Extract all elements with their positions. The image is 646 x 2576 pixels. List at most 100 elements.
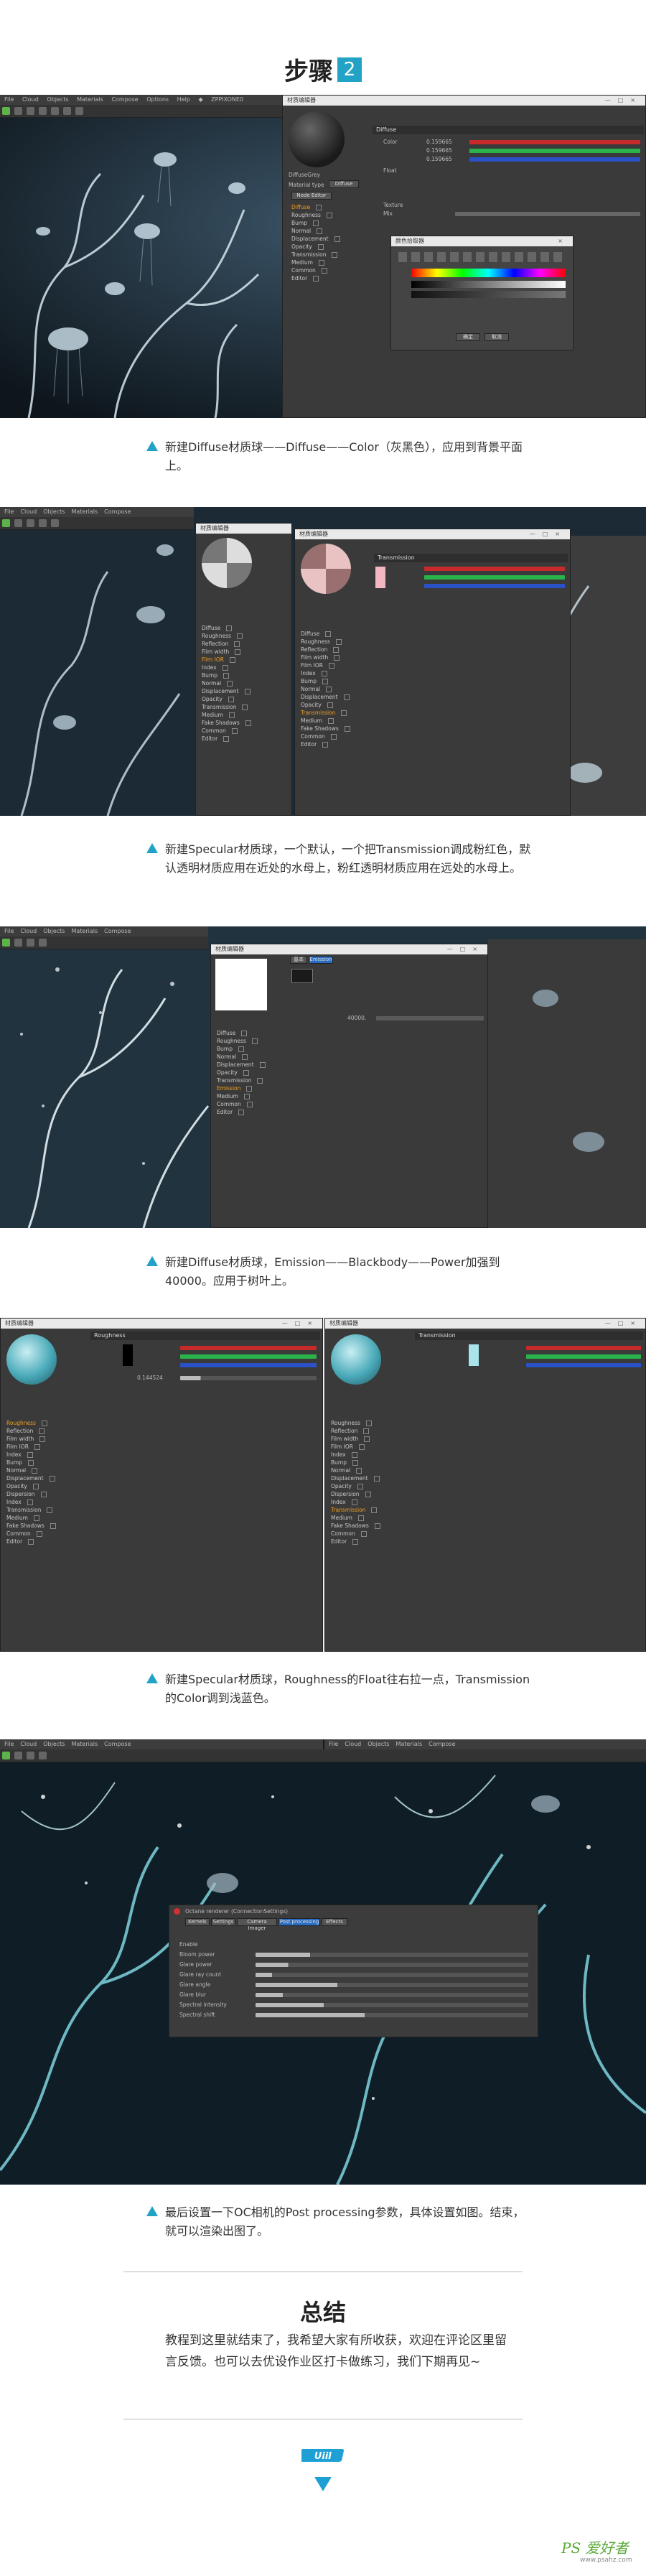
channel-film-width[interactable]: Film width bbox=[331, 1435, 380, 1443]
menu-objects[interactable]: Objects bbox=[47, 96, 68, 103]
channel-opacity[interactable]: Opacity bbox=[202, 695, 251, 703]
channel-dispersion[interactable]: Dispersion bbox=[6, 1490, 56, 1498]
tab-post-processing[interactable]: Post processing bbox=[278, 1918, 320, 1926]
channel-index[interactable]: Index bbox=[6, 1451, 56, 1459]
channel-transmission[interactable]: Transmission bbox=[291, 251, 340, 259]
menu-cloud[interactable]: Cloud bbox=[20, 508, 37, 515]
channel-common[interactable]: Common bbox=[291, 266, 340, 274]
stop-icon[interactable] bbox=[27, 1752, 34, 1759]
color-mode-icons[interactable] bbox=[398, 252, 563, 262]
menu-compose[interactable]: Compose bbox=[104, 508, 131, 515]
channel-displacement[interactable]: Displacement bbox=[217, 1061, 266, 1069]
channel-roughness[interactable]: Roughness bbox=[301, 638, 350, 646]
channel-roughness[interactable]: Roughness bbox=[6, 1419, 56, 1427]
color-b-slider[interactable] bbox=[180, 1363, 317, 1367]
color-g-slider[interactable] bbox=[526, 1354, 641, 1359]
menu-options[interactable]: Options bbox=[146, 96, 169, 103]
channel-diffuse[interactable]: Diffuse bbox=[301, 630, 350, 638]
channel-transmission[interactable]: Transmission bbox=[217, 1077, 266, 1084]
channel-normal[interactable]: Normal bbox=[291, 227, 340, 235]
menu-materials[interactable]: Materials bbox=[71, 508, 98, 515]
channel-common[interactable]: Common bbox=[331, 1530, 380, 1538]
glare-blur-slider[interactable] bbox=[256, 1993, 528, 1997]
channel-editor[interactable]: Editor bbox=[291, 274, 340, 282]
color-r-slider[interactable] bbox=[180, 1346, 317, 1350]
pause-icon[interactable] bbox=[14, 939, 22, 947]
menu-cloud[interactable]: Cloud bbox=[345, 1741, 361, 1747]
channel-film-ior[interactable]: Film IOR bbox=[301, 661, 350, 669]
pause-icon[interactable] bbox=[14, 519, 22, 527]
window-controls[interactable]: —□× bbox=[605, 96, 645, 106]
channel-roughness[interactable]: Roughness bbox=[331, 1419, 380, 1427]
mix-slider[interactable] bbox=[455, 212, 640, 216]
menu-cloud[interactable]: Cloud bbox=[22, 96, 39, 103]
channel-roughness[interactable]: Roughness bbox=[217, 1037, 266, 1045]
channel-editor[interactable]: Editor bbox=[217, 1108, 266, 1116]
tab-kernels[interactable]: Kernels bbox=[185, 1918, 210, 1926]
channel-fake-shadows[interactable]: Fake Shadows bbox=[202, 719, 251, 727]
menu-compose[interactable]: Compose bbox=[429, 1741, 455, 1747]
material-type-select[interactable]: Diffuse bbox=[329, 180, 359, 188]
channel-medium[interactable]: Medium bbox=[331, 1514, 380, 1522]
menu-compose[interactable]: Compose bbox=[104, 928, 131, 934]
channel-medium[interactable]: Medium bbox=[6, 1514, 56, 1522]
channel-medium[interactable]: Medium bbox=[301, 717, 350, 725]
channel-film-width[interactable]: Film width bbox=[6, 1435, 56, 1443]
tab-settings[interactable]: Settings bbox=[211, 1918, 235, 1926]
stop-icon[interactable] bbox=[27, 519, 34, 527]
channel-normal[interactable]: Normal bbox=[6, 1466, 56, 1474]
alpha-bar[interactable] bbox=[411, 291, 566, 298]
channel-opacity[interactable]: Opacity bbox=[217, 1069, 266, 1077]
lock-icon[interactable] bbox=[51, 519, 59, 527]
picker-cancel-button[interactable]: 取消 bbox=[484, 333, 509, 341]
spectral-intensity-slider[interactable] bbox=[256, 2003, 528, 2007]
channel-common[interactable]: Common bbox=[301, 733, 350, 740]
black-color-swatch[interactable] bbox=[123, 1344, 133, 1366]
color-r-slider[interactable] bbox=[526, 1346, 641, 1350]
channel-film-width[interactable]: Film width bbox=[301, 654, 350, 661]
color-b-value[interactable]: 0.159665 bbox=[426, 156, 452, 162]
render-icon[interactable] bbox=[2, 519, 10, 527]
color-b-slider[interactable] bbox=[424, 584, 565, 588]
dialog-close-icon[interactable] bbox=[174, 1908, 180, 1915]
channel-bump[interactable]: Bump bbox=[202, 671, 251, 679]
channel-index-2[interactable]: Index bbox=[6, 1498, 56, 1506]
window-controls[interactable]: —□× bbox=[605, 1319, 645, 1329]
power-slider[interactable] bbox=[376, 1016, 484, 1020]
channel-reflection[interactable]: Reflection bbox=[301, 646, 350, 654]
pause-icon[interactable] bbox=[14, 1752, 22, 1759]
channel-editor[interactable]: Editor bbox=[6, 1538, 56, 1545]
window-controls[interactable]: —□× bbox=[530, 529, 570, 539]
glare-angle-slider[interactable] bbox=[256, 1983, 528, 1987]
color-picker-close-icon[interactable]: × bbox=[558, 236, 573, 246]
channel-film-ior[interactable]: Film IOR bbox=[202, 656, 251, 664]
tab-emission[interactable]: Emission bbox=[309, 956, 333, 964]
channel-fake-shadows[interactable]: Fake Shadows bbox=[331, 1522, 380, 1530]
stop-icon[interactable] bbox=[27, 939, 34, 947]
spectrum-bar[interactable] bbox=[411, 269, 566, 277]
channel-index[interactable]: Index bbox=[202, 664, 251, 671]
channel-index[interactable]: Index bbox=[331, 1451, 380, 1459]
channel-editor[interactable]: Editor bbox=[331, 1538, 380, 1545]
channel-bump[interactable]: Bump bbox=[291, 219, 340, 227]
menu-materials[interactable]: Materials bbox=[71, 928, 98, 934]
menu-file[interactable]: File bbox=[4, 96, 14, 103]
menu-help[interactable]: Help bbox=[177, 96, 190, 103]
color-r-slider[interactable] bbox=[469, 140, 640, 144]
menu-diamond-icon[interactable]: ◆ bbox=[198, 96, 202, 103]
glare-power-slider[interactable] bbox=[256, 1963, 528, 1967]
menu-cloud[interactable]: Cloud bbox=[20, 928, 37, 934]
float-value[interactable]: 0.144524 bbox=[137, 1375, 163, 1381]
tab-effects[interactable]: Effects bbox=[322, 1918, 347, 1926]
color-g-value[interactable]: 0.159665 bbox=[426, 147, 452, 154]
channel-fake-shadows[interactable]: Fake Shadows bbox=[6, 1522, 56, 1530]
menu-objects[interactable]: Objects bbox=[43, 508, 65, 515]
channel-transmission[interactable]: Transmission bbox=[301, 709, 350, 717]
channel-film-ior[interactable]: Film IOR bbox=[6, 1443, 56, 1451]
window-controls[interactable]: —□× bbox=[282, 1319, 322, 1329]
channel-emission[interactable]: Emission bbox=[217, 1084, 266, 1092]
refresh-icon[interactable] bbox=[39, 107, 47, 115]
channel-displacement[interactable]: Displacement bbox=[301, 693, 350, 701]
channel-normal[interactable]: Normal bbox=[331, 1466, 380, 1474]
value-bar[interactable] bbox=[411, 281, 566, 288]
